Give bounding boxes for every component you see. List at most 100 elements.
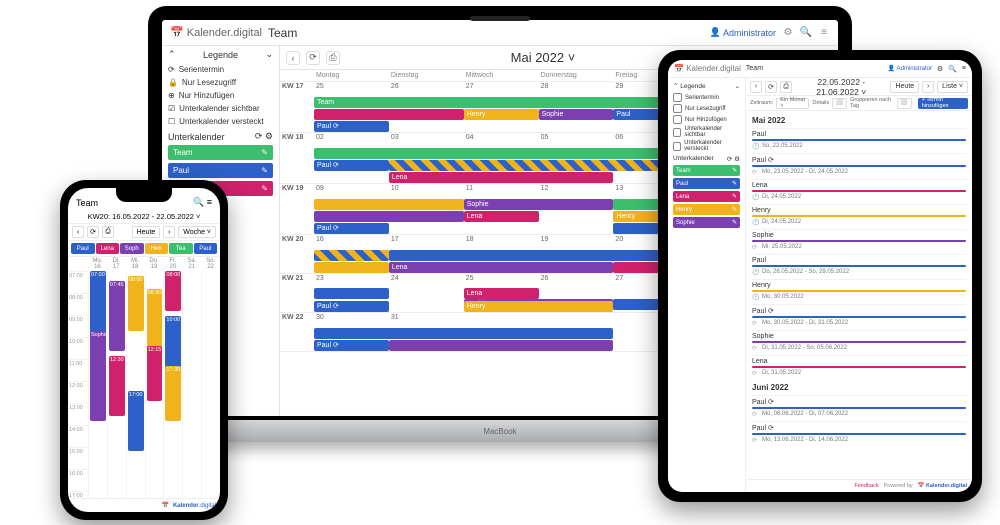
- calendar-event[interactable]: [389, 340, 614, 351]
- list-item[interactable]: Lena Di, 24.05.2022: [752, 179, 966, 202]
- list-item[interactable]: Henry Di, 24.05.2022: [752, 204, 966, 227]
- details-label: Details: [812, 100, 829, 106]
- calendar-event[interactable]: Henry: [464, 109, 539, 120]
- prev-button[interactable]: ‹: [72, 226, 84, 238]
- calendar-chip[interactable]: Soph: [120, 243, 144, 254]
- print-button[interactable]: ⎙: [102, 226, 114, 238]
- next-button[interactable]: ›: [922, 81, 934, 93]
- calendar-event[interactable]: Paul ⟳: [314, 340, 389, 351]
- legend-row: ☐Unterkalender versteckt: [162, 115, 279, 128]
- menu-icon[interactable]: ≡: [818, 27, 830, 39]
- calendar-pill[interactable]: Sophie✎: [673, 217, 740, 228]
- brand-logo: Kalender.digital: [173, 503, 216, 509]
- list-item[interactable]: Sophie Mi, 25.05.2022: [752, 229, 966, 252]
- calendar-event[interactable]: Henry: [464, 301, 614, 312]
- add-event-button[interactable]: + Termin hinzufügen: [918, 98, 968, 109]
- calendar-pill[interactable]: Paul✎: [673, 178, 740, 189]
- gear-icon[interactable]: ⚙: [782, 27, 794, 39]
- calendar-event[interactable]: Lena: [389, 262, 614, 273]
- feedback-link[interactable]: Feedback: [854, 483, 878, 489]
- gear-icon[interactable]: ⚙: [937, 65, 943, 73]
- calendar-chip[interactable]: Paul: [71, 243, 95, 254]
- month-header: Mai 2022: [752, 113, 966, 128]
- view-select[interactable]: Woche ˅: [178, 226, 216, 238]
- admin-link[interactable]: 👤 Administrator: [888, 65, 932, 72]
- calendar-chip[interactable]: Tea: [169, 243, 193, 254]
- calendar-event[interactable]: Paul ⟳: [314, 121, 389, 132]
- prev-button[interactable]: ‹: [286, 51, 300, 65]
- calendar-pill[interactable]: Team✎: [168, 145, 273, 160]
- calendar-pill[interactable]: Team✎: [673, 165, 740, 176]
- legend-row: Serientermin: [668, 92, 745, 103]
- view-select[interactable]: Liste ˅: [937, 81, 968, 93]
- period-label: Zeitraum:: [750, 100, 773, 106]
- admin-link[interactable]: 👤 Administrator: [710, 27, 776, 38]
- calendar-event[interactable]: Sophie: [464, 199, 614, 210]
- list-item[interactable]: Lena Di, 31.05.2022: [752, 355, 966, 378]
- list-item[interactable]: Sophie Di, 31.05.2022 - So, 05.06.2022: [752, 330, 966, 353]
- calendar-event[interactable]: [389, 160, 688, 171]
- calendar-event[interactable]: 08:00: [128, 276, 144, 331]
- calendar-chip[interactable]: Hen: [145, 243, 169, 254]
- calendar-event[interactable]: Paul ⟳: [314, 301, 389, 312]
- search-icon[interactable]: 🔍: [193, 197, 204, 207]
- calendar-pill[interactable]: Paul✎: [168, 163, 273, 178]
- menu-icon[interactable]: ≡: [962, 65, 966, 72]
- list-item[interactable]: Paul ⟳ Mo, 13.06.2022 - Di, 14.06.2022: [752, 421, 966, 445]
- period-select[interactable]: Ein Monat ˅: [776, 98, 809, 109]
- calendar-event[interactable]: 12:30: [109, 356, 125, 416]
- app-header: 📅 Kalender.digital Team 👤 Administrator …: [162, 20, 838, 46]
- refresh-button[interactable]: ⟳: [87, 226, 99, 238]
- calendar-event[interactable]: [314, 109, 464, 120]
- calendar-pill[interactable]: Henry✎: [673, 204, 740, 215]
- calendar-event[interactable]: 17:00: [128, 391, 144, 451]
- calendar-event[interactable]: Paul ⟳: [314, 160, 389, 171]
- search-icon[interactable]: 🔍: [800, 27, 812, 39]
- list-item[interactable]: Paul ⟳ Mo, 06.06.2022 - Di, 07.06.2022: [752, 395, 966, 419]
- group-toggle[interactable]: ⬜: [897, 98, 912, 109]
- legend-collapse-icon[interactable]: ⌄: [265, 49, 273, 60]
- today-button[interactable]: Heute: [890, 81, 919, 93]
- calendar-event[interactable]: [314, 199, 464, 210]
- calendar-chip[interactable]: Paul: [194, 243, 218, 254]
- menu-icon[interactable]: ≡: [207, 197, 212, 207]
- list-item[interactable]: Paul ⟳ Mo, 23.05.2022 - Di, 24.05.2022: [752, 153, 966, 177]
- page-title: Team: [268, 26, 297, 40]
- calendar-pill[interactable]: Lena✎: [673, 191, 740, 202]
- list-item[interactable]: Paul ⟳ Mo, 30.05.2022 - Di, 31.05.2022: [752, 304, 966, 328]
- prev-button[interactable]: ‹: [750, 81, 762, 93]
- details-toggle[interactable]: ⬜: [832, 98, 847, 109]
- legend-collapse-icon[interactable]: ⌄: [735, 82, 740, 90]
- calendar-event[interactable]: 12:15: [147, 346, 163, 401]
- list-item[interactable]: Paul So, 22.05.2022: [752, 128, 966, 151]
- calendar-event[interactable]: [314, 250, 389, 261]
- phone-range[interactable]: KW20: 16.05.2022 - 22.05.2022 ˅: [68, 210, 220, 224]
- gear-icon[interactable]: ⚙: [265, 131, 273, 141]
- calendar-event[interactable]: Paul ⟳: [314, 223, 389, 234]
- calendar-event[interactable]: Lena: [464, 288, 539, 299]
- calendar-event[interactable]: 08:00: [165, 271, 181, 311]
- calendar-event[interactable]: [314, 288, 389, 299]
- next-button[interactable]: ›: [163, 226, 175, 238]
- date-range[interactable]: 22.05.2022 - 21.06.2022 ˅: [795, 77, 887, 97]
- refresh-icon[interactable]: ⟳: [255, 131, 263, 141]
- refresh-button[interactable]: ⟳: [306, 51, 320, 65]
- calendar-event[interactable]: Lena: [389, 172, 614, 183]
- calendar-event[interactable]: [314, 328, 613, 339]
- legend-row: ⟳Serientermin: [162, 63, 279, 76]
- list-item[interactable]: Paul Do, 26.05.2022 - So, 29.05.2022: [752, 254, 966, 277]
- print-button[interactable]: ⎙: [780, 81, 792, 93]
- calendar-event[interactable]: 07:45: [109, 281, 125, 351]
- calendar-event[interactable]: Sophie: [90, 331, 106, 421]
- refresh-button[interactable]: ⟳: [765, 81, 777, 93]
- calendar-chip[interactable]: Lena: [96, 243, 120, 254]
- calendar-event[interactable]: Lena: [464, 211, 539, 222]
- calendar-event[interactable]: [314, 211, 464, 222]
- calendar-event[interactable]: [314, 262, 389, 273]
- calendar-event[interactable]: Sophie: [539, 109, 614, 120]
- calendar-event[interactable]: 17:30: [165, 366, 181, 421]
- search-icon[interactable]: 🔍: [948, 65, 957, 73]
- print-button[interactable]: ⎙: [326, 51, 340, 65]
- list-item[interactable]: Henry Mo, 30.05.2022: [752, 279, 966, 302]
- today-button[interactable]: Heute: [132, 226, 161, 238]
